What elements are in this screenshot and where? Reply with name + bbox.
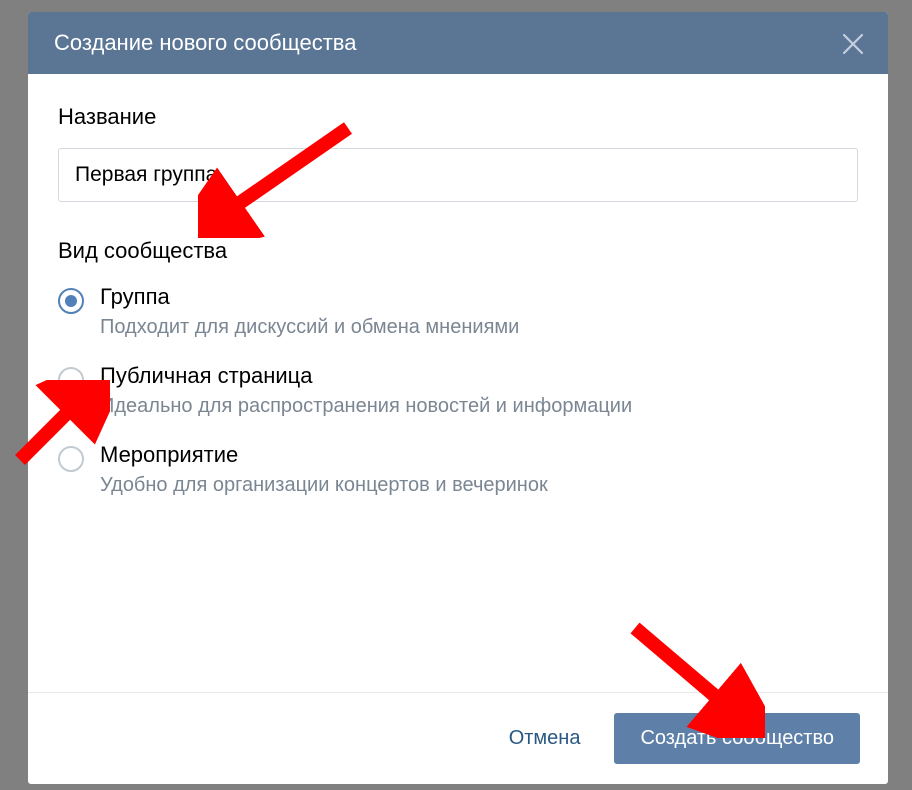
radio-icon (58, 446, 84, 472)
dialog-footer: Отмена Создать сообщество (28, 692, 888, 784)
dialog-title: Создание нового сообщества (54, 30, 356, 56)
name-label: Название (58, 104, 858, 130)
radio-icon (58, 288, 84, 314)
type-option-event[interactable]: Мероприятие Удобно для организации конце… (58, 442, 858, 499)
radio-title: Группа (100, 284, 858, 310)
dialog-header: Создание нового сообщества (28, 12, 888, 74)
radio-desc: Удобно для организации концертов и вечер… (100, 472, 858, 499)
type-option-group[interactable]: Группа Подходит для дискуссий и обмена м… (58, 284, 858, 341)
community-name-input[interactable] (58, 148, 858, 202)
create-button[interactable]: Создать сообщество (614, 713, 860, 764)
type-option-public-page[interactable]: Публичная страница Идеально для распрост… (58, 363, 858, 420)
radio-content: Публичная страница Идеально для распрост… (100, 363, 858, 420)
radio-title: Мероприятие (100, 442, 858, 468)
cancel-button[interactable]: Отмена (499, 715, 591, 762)
radio-desc: Подходит для дискуссий и обмена мнениями (100, 314, 858, 341)
dialog-body: Название Вид сообщества Группа Подходит … (28, 74, 888, 692)
radio-icon (58, 367, 84, 393)
close-icon[interactable] (842, 31, 864, 55)
radio-title: Публичная страница (100, 363, 858, 389)
create-community-dialog: Создание нового сообщества Название Вид … (28, 12, 888, 784)
radio-content: Мероприятие Удобно для организации конце… (100, 442, 858, 499)
type-label: Вид сообщества (58, 238, 858, 264)
radio-content: Группа Подходит для дискуссий и обмена м… (100, 284, 858, 341)
radio-desc: Идеально для распространения новостей и … (100, 393, 858, 420)
